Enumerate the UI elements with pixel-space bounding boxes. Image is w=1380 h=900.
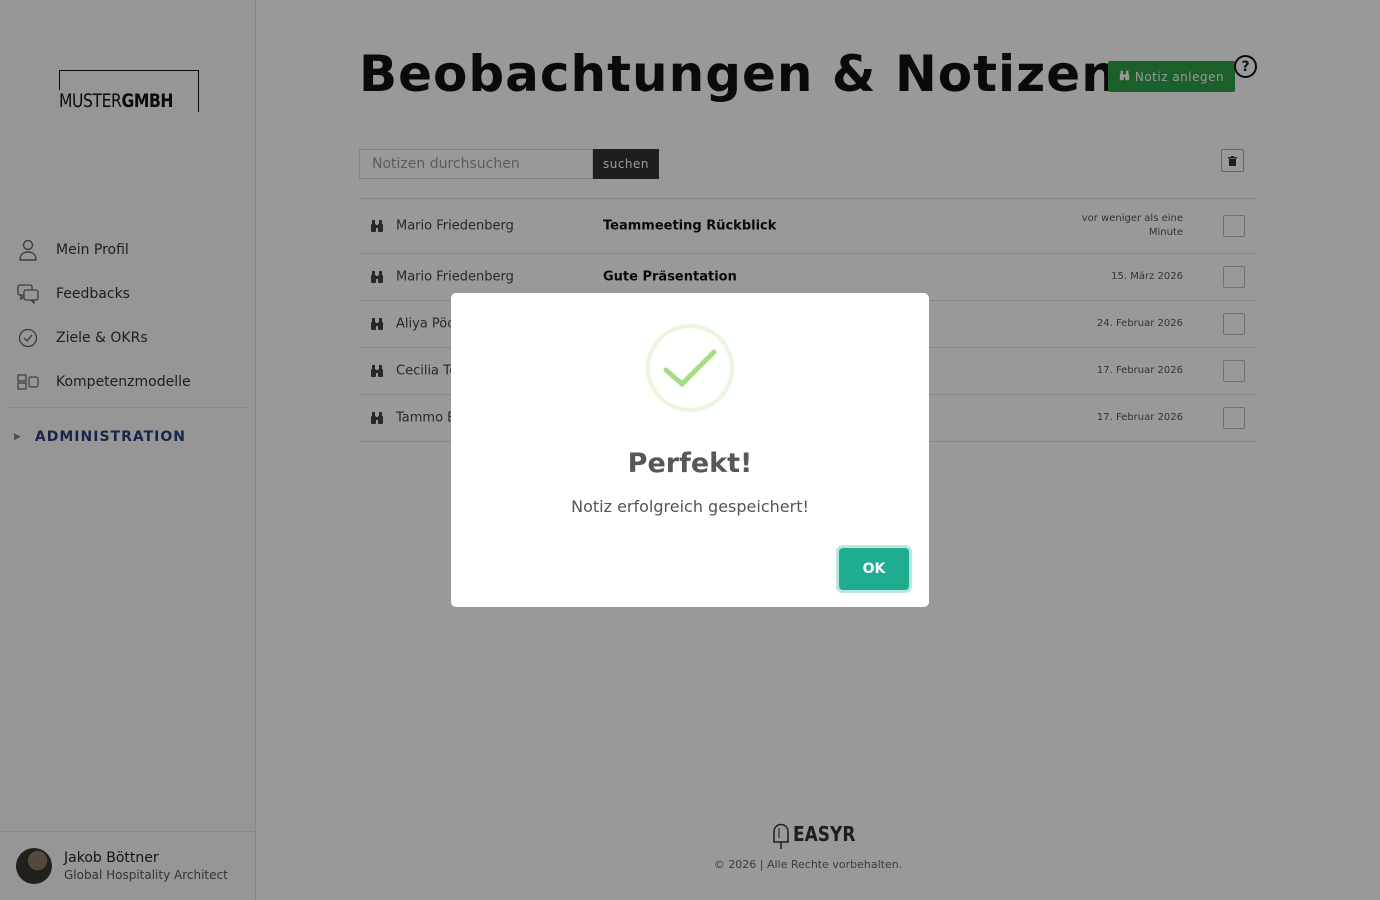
success-check-icon bbox=[646, 324, 734, 412]
ok-button[interactable]: OK bbox=[839, 548, 909, 590]
dialog-title: Perfekt! bbox=[627, 448, 753, 479]
success-dialog: Perfekt! Notiz erfolgreich gespeichert! … bbox=[451, 293, 929, 607]
dialog-message: Notiz erfolgreich gespeichert! bbox=[571, 497, 809, 516]
